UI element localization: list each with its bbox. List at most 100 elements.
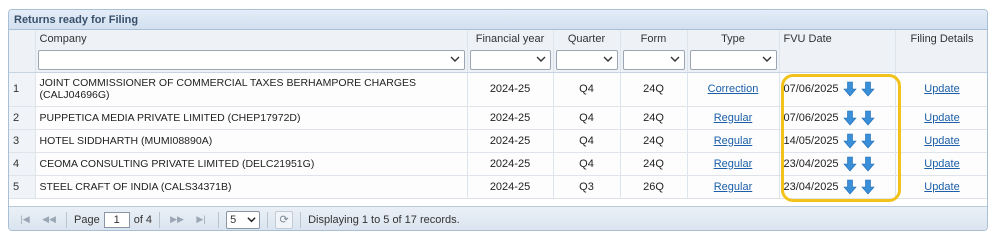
header-type[interactable]: Type xyxy=(687,30,780,48)
header-company[interactable]: Company xyxy=(35,30,468,48)
pager-bar: |◀ ◀◀ Page 1 of 4 ▶▶ ▶| 5 ⟳ Displaying 1… xyxy=(9,206,987,230)
fvu-date-cell: 14/05/2025 xyxy=(779,129,896,153)
pager-separator xyxy=(66,211,67,228)
update-link[interactable]: Update xyxy=(924,158,959,170)
chevron-down-icon xyxy=(536,56,545,62)
download-arrow-icon[interactable] xyxy=(860,156,875,172)
financial-year-cell: 2024-25 xyxy=(467,175,554,199)
next-page-icon[interactable]: ▶▶ xyxy=(167,211,187,229)
form-cell: 24Q xyxy=(620,106,688,130)
header-num xyxy=(9,30,36,48)
last-page-icon[interactable]: ▶| xyxy=(191,211,211,229)
table-row[interactable]: 2 PUPPETICA MEDIA PRIVATE LIMITED (CHEP17… xyxy=(9,106,987,130)
download-arrow-icon[interactable] xyxy=(860,110,875,126)
page-size-select[interactable]: 5 xyxy=(226,210,261,229)
company-cell: PUPPETICA MEDIA PRIVATE LIMITED (CHEP179… xyxy=(35,106,468,130)
type-filter-select[interactable] xyxy=(689,49,777,70)
chevron-down-icon xyxy=(670,56,679,62)
header-form[interactable]: Form xyxy=(620,30,688,48)
table-row[interactable]: 3 HOTEL SIDDHARTH (MUMI08890A) 2024-25 Q4 24… xyxy=(9,129,987,153)
download-arrow-icon[interactable] xyxy=(860,133,875,149)
company-cell: CEOMA CONSULTING PRIVATE LIMITED (DELC21… xyxy=(35,152,468,176)
fvu-date-text: 23/04/2025 xyxy=(783,157,839,170)
download-arrow-icon[interactable] xyxy=(842,179,857,195)
panel-title: Returns ready for Filing xyxy=(9,10,987,30)
quarter-cell: Q4 xyxy=(553,106,621,130)
type-link[interactable]: Regular xyxy=(714,158,753,170)
row-number: 4 xyxy=(9,152,36,176)
download-arrow-icon[interactable] xyxy=(842,133,857,149)
table-row[interactable]: 5 STEEL CRAFT OF INDIA (CALS34371B) 2024-2… xyxy=(9,175,987,199)
page-of-label: of 4 xyxy=(133,213,153,226)
financial-year-cell: 2024-25 xyxy=(467,72,554,107)
download-arrow-icon[interactable] xyxy=(842,81,857,97)
form-filter-select[interactable] xyxy=(622,49,685,70)
row-number: 3 xyxy=(9,129,36,153)
type-cell: Regular xyxy=(687,129,780,153)
fvu-date-text: 23/04/2025 xyxy=(783,180,839,193)
filter-fvu-empty xyxy=(779,48,896,73)
update-link[interactable]: Update xyxy=(924,135,959,147)
company-filter-select[interactable] xyxy=(37,49,465,70)
filing-details-cell: Update xyxy=(895,106,987,130)
pager-separator xyxy=(218,211,220,228)
filter-filing-empty xyxy=(895,48,987,73)
grid-body: 1 JOINT COMMISSIONER OF COMMERCIAL TAXES … xyxy=(9,72,987,199)
update-link[interactable]: Update xyxy=(924,181,959,193)
download-arrow-icon[interactable] xyxy=(860,179,875,195)
type-cell: Regular xyxy=(687,152,780,176)
fvu-date-text: 07/06/2025 xyxy=(783,83,839,95)
header-fvu-date[interactable]: FVU Date xyxy=(779,30,896,48)
update-link[interactable]: Update xyxy=(924,83,959,95)
type-link[interactable]: Regular xyxy=(714,135,753,147)
first-page-icon[interactable]: |◀ xyxy=(15,211,35,229)
row-number: 2 xyxy=(9,106,36,130)
prev-page-icon[interactable]: ◀◀ xyxy=(39,211,59,229)
page-input[interactable]: 1 xyxy=(103,211,130,228)
fvu-date-text: 07/06/2025 xyxy=(783,111,839,124)
financial-year-cell: 2024-25 xyxy=(467,106,554,130)
page-label: Page xyxy=(74,213,100,226)
quarter-filter-select[interactable] xyxy=(555,49,618,70)
fvu-date-cell: 07/06/2025 xyxy=(779,72,896,107)
pager-separator xyxy=(159,211,161,228)
form-cell: 24Q xyxy=(620,129,688,153)
fvu-date-text: 14/05/2025 xyxy=(783,134,839,147)
filing-details-cell: Update xyxy=(895,129,987,153)
financial-year-cell: 2024-25 xyxy=(467,152,554,176)
download-arrow-icon[interactable] xyxy=(842,110,857,126)
quarter-cell: Q4 xyxy=(553,152,621,176)
records-status: Displaying 1 to 5 of 17 records. xyxy=(308,213,460,226)
update-link[interactable]: Update xyxy=(924,112,959,124)
header-quarter[interactable]: Quarter xyxy=(553,30,621,48)
table-row[interactable]: 1 JOINT COMMISSIONER OF COMMERCIAL TAXES … xyxy=(9,72,987,107)
type-cell: Regular xyxy=(687,106,780,130)
header-filing-details[interactable]: Filing Details xyxy=(895,30,987,48)
row-number: 5 xyxy=(9,175,36,199)
financial-year-filter-select[interactable] xyxy=(469,49,551,70)
header-row: Company Financial year Quarter Form Type… xyxy=(9,30,987,48)
page-size-value: 5 xyxy=(230,213,237,226)
pager-separator xyxy=(267,211,269,228)
fvu-date-cell: 23/04/2025 xyxy=(779,175,896,199)
chevron-down-icon xyxy=(247,217,256,223)
type-link[interactable]: Regular xyxy=(714,181,753,193)
quarter-cell: Q4 xyxy=(553,72,621,107)
type-link[interactable]: Regular xyxy=(714,112,753,124)
filing-details-cell: Update xyxy=(895,72,987,107)
pager-separator xyxy=(300,211,302,228)
download-arrow-icon[interactable] xyxy=(842,156,857,172)
type-link[interactable]: Correction xyxy=(708,83,759,95)
fvu-date-cell: 23/04/2025 xyxy=(779,152,896,176)
company-cell: STEEL CRAFT OF INDIA (CALS34371B) xyxy=(35,175,468,199)
returns-panel: Returns ready for Filing Company Financi… xyxy=(8,9,988,231)
filter-num xyxy=(9,48,36,73)
form-cell: 24Q xyxy=(620,72,688,107)
quarter-cell: Q4 xyxy=(553,129,621,153)
refresh-icon[interactable]: ⟳ xyxy=(275,210,294,229)
table-row[interactable]: 4 CEOMA CONSULTING PRIVATE LIMITED (DELC2… xyxy=(9,152,987,176)
quarter-cell: Q3 xyxy=(553,175,621,199)
download-arrow-icon[interactable] xyxy=(860,81,875,97)
company-cell: HOTEL SIDDHARTH (MUMI08890A) xyxy=(35,129,468,153)
header-financial-year[interactable]: Financial year xyxy=(467,30,554,48)
